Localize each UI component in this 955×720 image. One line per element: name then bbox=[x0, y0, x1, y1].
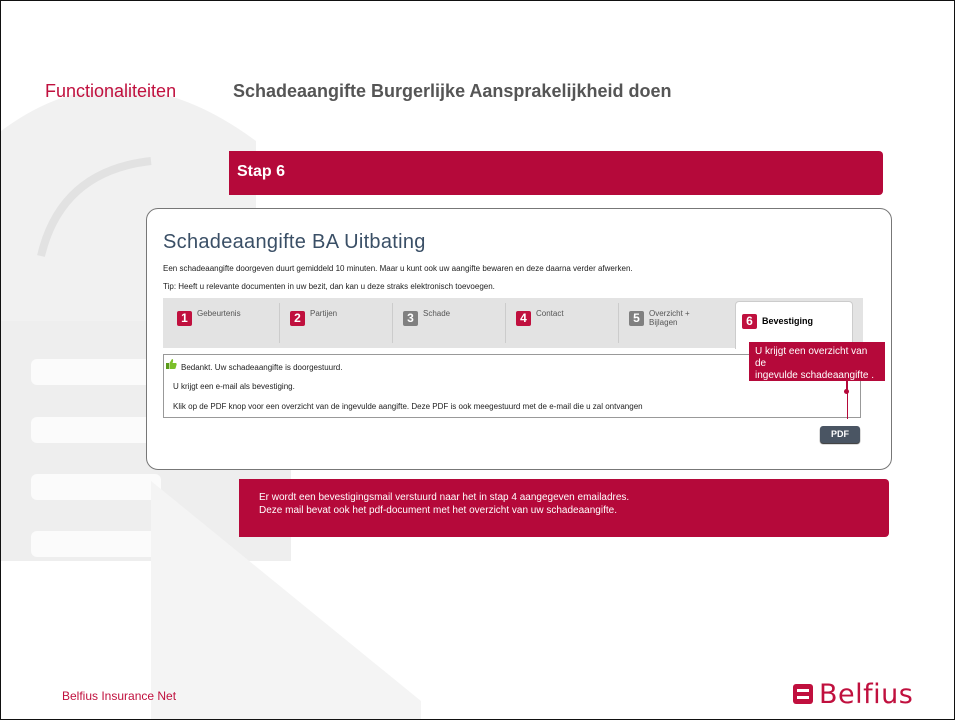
tab-partijen[interactable]: 2 Partijen bbox=[284, 299, 390, 347]
belfius-logo: Belfius bbox=[793, 676, 913, 712]
email-confirmation-text: U krijgt een e-mail als bevestiging. bbox=[173, 382, 295, 391]
step-number-badge: 1 bbox=[177, 311, 192, 326]
step-number-badge: 5 bbox=[629, 311, 644, 326]
belfius-logo-icon bbox=[793, 684, 813, 704]
form-tip: Tip: Heeft u relevante documenten in uw … bbox=[163, 282, 495, 291]
step-label: Stap 6 bbox=[237, 163, 286, 180]
step-number-badge: 6 bbox=[742, 314, 757, 329]
tab-label: Gebeurtenis bbox=[197, 309, 241, 318]
step-number-badge: 3 bbox=[403, 311, 418, 326]
tab-divider bbox=[618, 303, 619, 343]
form-title: Schadeaangifte BA Uitbating bbox=[163, 231, 426, 253]
notice-line-2: Deze mail bevat ook het pdf-document met… bbox=[259, 505, 617, 516]
step-number-badge: 4 bbox=[516, 311, 531, 326]
form-intro: Een schadeaangifte doorgeven duurt gemid… bbox=[163, 264, 633, 273]
callout-line-2: ingevulde schadeaangifte . bbox=[755, 370, 874, 381]
notice-line-1: Er wordt een bevestigingsmail verstuurd … bbox=[259, 492, 630, 503]
tab-overzicht-bijlagen[interactable]: 5 Overzicht + Bijlagen bbox=[623, 299, 729, 347]
slide: Functionaliteiten Schadeaangifte Burgerl… bbox=[0, 0, 955, 720]
tab-divider bbox=[279, 303, 280, 343]
tab-schade[interactable]: 3 Schade bbox=[397, 299, 503, 347]
tab-label-line2: Bijlagen bbox=[649, 318, 678, 327]
pdf-button[interactable]: PDF bbox=[820, 426, 860, 443]
tab-label: Schade bbox=[423, 309, 451, 318]
tab-label: Contact bbox=[536, 309, 564, 318]
tab-contact[interactable]: 4 Contact bbox=[510, 299, 616, 347]
tab-label: Overzicht + Bijlagen bbox=[649, 309, 690, 327]
tab-label: Partijen bbox=[310, 309, 338, 318]
success-message: Bedankt. Uw schadeaangifte is doorgestuu… bbox=[181, 363, 343, 372]
step-number-badge: 2 bbox=[290, 311, 305, 326]
callout-tooltip: U krijgt een overzicht van de ingevulde … bbox=[749, 342, 885, 381]
step-bar bbox=[229, 151, 883, 195]
callout-line-1: U krijgt een overzicht van de bbox=[755, 346, 868, 369]
footer-company: Belfius Insurance Net bbox=[62, 689, 177, 703]
pdf-info-text: Klik op de PDF knop voor een overzicht v… bbox=[173, 402, 643, 411]
tab-label: Bevestiging bbox=[762, 316, 814, 326]
tab-divider bbox=[505, 303, 506, 343]
section-label: Functionaliteiten bbox=[45, 81, 177, 101]
thumbs-up-icon bbox=[166, 359, 177, 369]
tab-divider bbox=[392, 303, 393, 343]
tab-gebeurtenis[interactable]: 1 Gebeurtenis bbox=[171, 299, 277, 347]
logo-wordmark: Belfius bbox=[819, 678, 914, 710]
notice-banner: Er wordt een bevestigingsmail verstuurd … bbox=[239, 479, 889, 537]
callout-pointer-line bbox=[847, 391, 848, 419]
tab-label-line1: Overzicht + bbox=[649, 309, 690, 318]
page-title: Schadeaangifte Burgerlijke Aansprakelijk… bbox=[233, 81, 672, 101]
